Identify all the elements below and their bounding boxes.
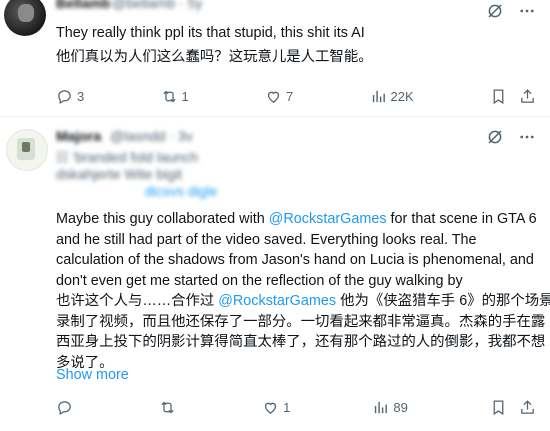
tweet-actions: 3 1 7 22K [56,86,536,106]
tweet-actions: 1 89 [56,397,536,417]
repost-count: 1 [181,88,189,104]
author-handle[interactable]: @lasndd · 3v [110,128,193,144]
reply-icon [58,400,71,415]
grok-icon[interactable] [486,2,504,25]
bookmark-icon [493,399,504,415]
grok-icon[interactable] [486,128,504,151]
reply-count: 3 [77,88,85,104]
author-handle[interactable]: @bellamb · 5y [112,0,202,11]
like-count: 1 [283,399,291,415]
mention-link[interactable]: @RockstarGames [218,293,336,309]
show-more-link[interactable]: Show more [56,367,129,383]
reply-icon [58,89,71,104]
repost-button[interactable]: 1 [161,88,189,105]
more-icon[interactable] [518,2,536,25]
like-button[interactable]: 7 [265,88,293,105]
text-line: 也许这个人与……合作过 @RockstarGames 他为《侠盗猎车手 6》的那… [56,293,550,309]
text-line: Maybe this guy collaborated with @Rockst… [56,211,537,227]
like-button[interactable]: 1 [262,399,290,416]
views-button[interactable]: 89 [372,399,408,416]
views-count: 22K [390,88,414,104]
tweet-2[interactable]: Majora @lasndd · 3v ☷ 'branded fold laun… [0,117,550,431]
share-button[interactable] [519,399,536,416]
bio-line-3: dicsvs digle [145,183,218,199]
avatar[interactable] [4,0,46,36]
views-icon [372,90,385,102]
bio-line-2: dskahjerte Wite bigit [56,166,183,182]
like-count: 7 [286,88,294,104]
text-line: and he still had part of the video saved… [56,231,477,248]
tweet-text-en: They really think ppl its that stupid, t… [56,25,365,41]
mention-link[interactable]: @RockstarGames [269,211,387,227]
views-button[interactable]: 22K [370,88,414,105]
author-name[interactable]: Majora [56,128,101,144]
reply-button[interactable] [56,399,77,416]
repost-icon [161,401,174,413]
share-button[interactable] [519,88,536,105]
reply-button[interactable]: 3 [56,88,84,105]
tweet-top-actions [486,2,536,25]
like-icon [265,402,277,414]
like-icon [267,91,280,103]
repost-icon [162,90,176,102]
author-name[interactable]: Bellamb [56,0,110,11]
tweet-top-actions [486,128,536,151]
share-icon [521,88,534,103]
views-icon [375,401,388,413]
views-count: 89 [393,399,408,415]
text-line: 录制了视频，而且他还保存了一部分。一切看起来都非常逼真。杰森的手在露 [56,313,546,330]
bio-line-1: ☷ 'branded fold launch [56,149,199,165]
text-line: calculation of the shadows from Jason's … [56,252,534,268]
bookmark-button[interactable] [490,88,507,105]
text-line: 多说了。 [56,354,114,371]
text-line: don't even get me started on the reflect… [56,272,463,289]
text-line: 西亚身上投下的阴影计算得简直太棒了，还有那个路过的人的倒影，我都不想 [56,334,546,350]
tweet-text-zh: 他们真以为人们这么蠢吗？这玩意儿是人工智能。 [56,49,373,65]
share-icon [521,399,534,414]
avatar[interactable] [6,129,48,171]
tweet-text-en: Maybe this guy collaborated with @Rockst… [56,209,537,291]
bookmark-icon [493,88,504,104]
more-icon[interactable] [518,128,536,151]
bookmark-button[interactable] [490,399,507,416]
tweet-text-zh: 也许这个人与……合作过 @RockstarGames 他为《侠盗猎车手 6》的那… [56,291,550,373]
tweet-1[interactable]: Bellamb @bellamb · 5y They really think … [0,0,550,117]
repost-button[interactable] [159,399,180,416]
